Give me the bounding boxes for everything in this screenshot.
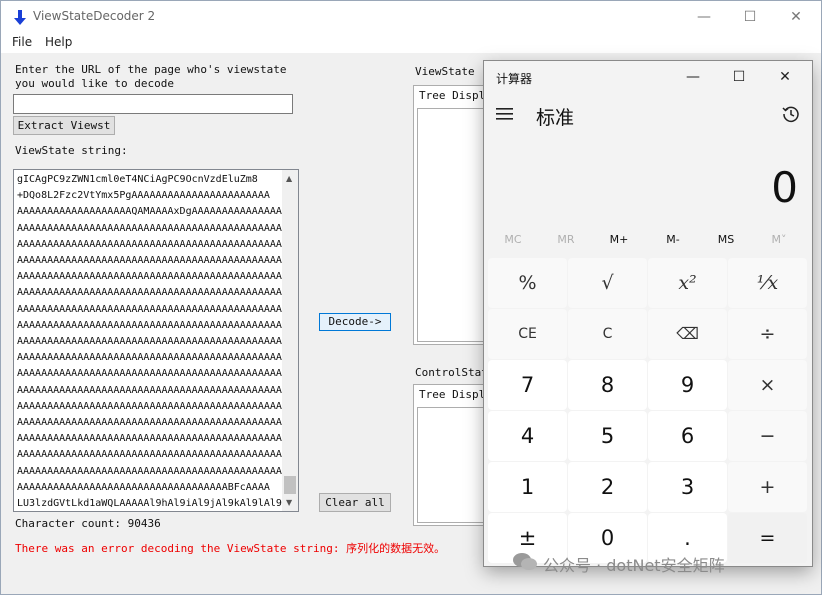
digit-5-button[interactable]: 5 [568, 411, 647, 461]
digit-2-button[interactable]: 2 [568, 462, 647, 512]
digit-7-button[interactable]: 7 [488, 360, 567, 410]
backspace-icon[interactable]: ⌫ [648, 309, 727, 359]
viewstate-line: AAAAAAAAAAAAAAAAAAAAAAAAAAAAAAAAAAAAAAAA… [17, 319, 282, 331]
digit-1-button[interactable]: 1 [488, 462, 567, 512]
viewstate-line: LU3lzdGVtLkd1aWQLAAAAAl9hAl9iAl9jAl9kAl9… [17, 498, 282, 510]
character-count: Character count: 90436 [15, 517, 161, 530]
viewstate-line: AAAAAAAAAAAAAAAAAAAAAAAAAAAAAAAAAAAAAAAA… [17, 400, 282, 412]
menu-file[interactable]: File [12, 35, 32, 49]
calculator-window: 计算器 — ☐ ✕ 标准 0 MC MR M+ M- MS M˅ % √ x² … [484, 61, 812, 566]
calculator-mode: 标准 [536, 107, 575, 129]
watermark-text: 公众号 · dotNet安全矩阵 [543, 556, 725, 575]
digit-4-button[interactable]: 4 [488, 411, 567, 461]
viewstate-line: AAAAAAAAAAAAAAAAAAAAAAAAAAAAAAAAAAAAAAAA… [17, 449, 282, 461]
viewstate-line: AAAAAAAAAAAAAAAAAAAAAAAAAAAAAAAAAAAAAAAA… [17, 222, 282, 234]
viewstate-line: AAAAAAAAAAAAAAAAAAAAAAAAAAAAAAAAAAAAAAAA… [17, 465, 282, 477]
clear-all-button[interactable]: Clear all [319, 493, 391, 512]
window-title: ViewStateDecoder 2 [33, 9, 156, 23]
viewstate-line: +DQo8L2Fzc2VtYmx5PgAAAAAAAAAAAAAAAAAAAAA… [17, 190, 270, 202]
viewstate-line: AAAAAAAAAAAAAAAAAAAAAAAAAAAAAAAAAAAAAAAA… [17, 417, 282, 429]
url-prompt-line2: you would like to decode [15, 77, 174, 90]
viewstate-line: AAAAAAAAAAAAAAAAAAAAAAAAAAAAAAAAAAAAAAAA… [17, 368, 282, 380]
calc-close-button[interactable]: ✕ [762, 61, 808, 93]
calc-maximize-button[interactable]: ☐ [716, 61, 762, 93]
viewstate-line: AAAAAAAAAAAAAAAAAAAAAAAAAAAAAAAAAAAAAAAA… [17, 384, 282, 396]
close-button[interactable]: ✕ [773, 1, 819, 33]
memory-subtract-button[interactable]: M- [646, 233, 700, 246]
viewstate-line: AAAAAAAAAAAAAAAAAAAAAAAAAAAAAAAAAAAAAAAA… [17, 352, 282, 364]
wechat-icon [513, 553, 537, 570]
viewstate-line: AAAAAAAAAAAAAAAAAAAAAAAAAAAAAAAAAAAAAAAA… [17, 271, 282, 283]
viewstate-section-label: ViewState [415, 65, 475, 78]
calc-minimize-button[interactable]: — [670, 61, 716, 93]
controlstate-tree-area[interactable] [417, 407, 491, 523]
viewstate-line: AAAAAAAAAAAAAAAAAAAAAAAAAAAAAAAAAAABFcAA… [17, 481, 270, 493]
controlstate-section-label: ControlState [415, 366, 495, 379]
calculator-title: 计算器 [496, 72, 533, 86]
decode-button[interactable]: Decode-> [319, 313, 391, 331]
viewstate-string-label: ViewState string: [15, 144, 128, 157]
clear-button[interactable]: C [568, 309, 647, 359]
menu-help[interactable]: Help [45, 35, 72, 49]
history-icon[interactable] [782, 105, 800, 123]
viewstate-text-content: gICAgPC9zZWN1cml0eT4NCiAgPC9OcnVzdEluZm8… [17, 172, 283, 511]
controlstate-tree-display[interactable]: Tree Displa [413, 384, 493, 526]
reciprocal-button[interactable]: ¹⁄x [728, 258, 807, 308]
digit-3-button[interactable]: 3 [648, 462, 727, 512]
viewstate-line: AAAAAAAAAAAAAAAAAAAAAAAAAAAAAAAAAAAAAAAA… [17, 336, 282, 348]
square-root-button[interactable]: √ [568, 258, 647, 308]
digit-6-button[interactable]: 6 [648, 411, 727, 461]
viewstate-line: AAAAAAAAAAAAAAAAAAAAAAAAAAAAAAAAAAAAAAAA… [17, 303, 282, 315]
scroll-up-icon[interactable]: ▲ [286, 174, 292, 183]
error-message: There was an error decoding the ViewStat… [15, 542, 446, 555]
menu-bar [1, 33, 821, 53]
subtract-button[interactable]: − [728, 411, 807, 461]
hamburger-menu-icon[interactable] [496, 107, 513, 121]
url-input[interactable] [13, 94, 293, 114]
digit-8-button[interactable]: 8 [568, 360, 647, 410]
viewstate-tree-display[interactable]: Tree Displa [413, 85, 493, 345]
viewstate-line: AAAAAAAAAAAAAAAAAAAAAAAAAAAAAAAAAAAAAAAA… [17, 433, 282, 445]
viewstate-line: AAAAAAAAAAAAAAAAAAAAAAAAAAAAAAAAAAAAAAAA… [17, 238, 282, 250]
scroll-thumb[interactable] [284, 476, 296, 494]
memory-clear-button[interactable]: MC [486, 233, 540, 246]
title-bar: ViewStateDecoder 2 — ☐ ✕ [1, 1, 821, 33]
clear-entry-button[interactable]: CE [488, 309, 567, 359]
url-prompt-line1: Enter the URL of the page who's viewstat… [15, 63, 287, 76]
memory-list-button[interactable]: M˅ [752, 233, 806, 246]
viewstate-line: AAAAAAAAAAAAAAAAAAAAAAAAAAAAAAAAAAAAAAAA… [17, 255, 282, 267]
viewstate-line: AAAAAAAAAAAAAAAAAAAQAMAAAAxDgAAAAAAAAAAA… [17, 206, 282, 218]
digit-9-button[interactable]: 9 [648, 360, 727, 410]
equals-button[interactable]: = [728, 513, 807, 563]
memory-recall-button[interactable]: MR [539, 233, 593, 246]
calculator-display: 0 [771, 163, 798, 212]
add-button[interactable]: + [728, 462, 807, 512]
minimize-button[interactable]: — [681, 1, 727, 33]
memory-store-button[interactable]: MS [699, 233, 753, 246]
memory-add-button[interactable]: M+ [592, 233, 646, 246]
multiply-button[interactable]: × [728, 360, 807, 410]
viewstate-line: gICAgPC9zZWN1cml0eT4NCiAgPC9OcnVzdEluZm8 [17, 174, 258, 185]
app-arrow-icon [14, 10, 26, 25]
viewstate-tree-area[interactable] [417, 108, 491, 342]
percent-button[interactable]: % [488, 258, 567, 308]
vertical-scrollbar[interactable]: ▲ ▼ [282, 170, 298, 511]
controlstate-tree-label: Tree Displa [419, 388, 492, 401]
viewstate-tree-label: Tree Displa [419, 89, 492, 102]
extract-viewstate-button[interactable]: Extract Viewst [13, 116, 115, 135]
viewstate-line: AAAAAAAAAAAAAAAAAAAAAAAAAAAAAAAAAAAAAAAA… [17, 287, 282, 299]
scroll-down-icon[interactable]: ▼ [286, 498, 292, 507]
square-button[interactable]: x² [648, 258, 727, 308]
divide-button[interactable]: ÷ [728, 309, 807, 359]
viewstate-textarea[interactable]: gICAgPC9zZWN1cml0eT4NCiAgPC9OcnVzdEluZm8… [13, 169, 299, 512]
maximize-button[interactable]: ☐ [727, 1, 773, 33]
